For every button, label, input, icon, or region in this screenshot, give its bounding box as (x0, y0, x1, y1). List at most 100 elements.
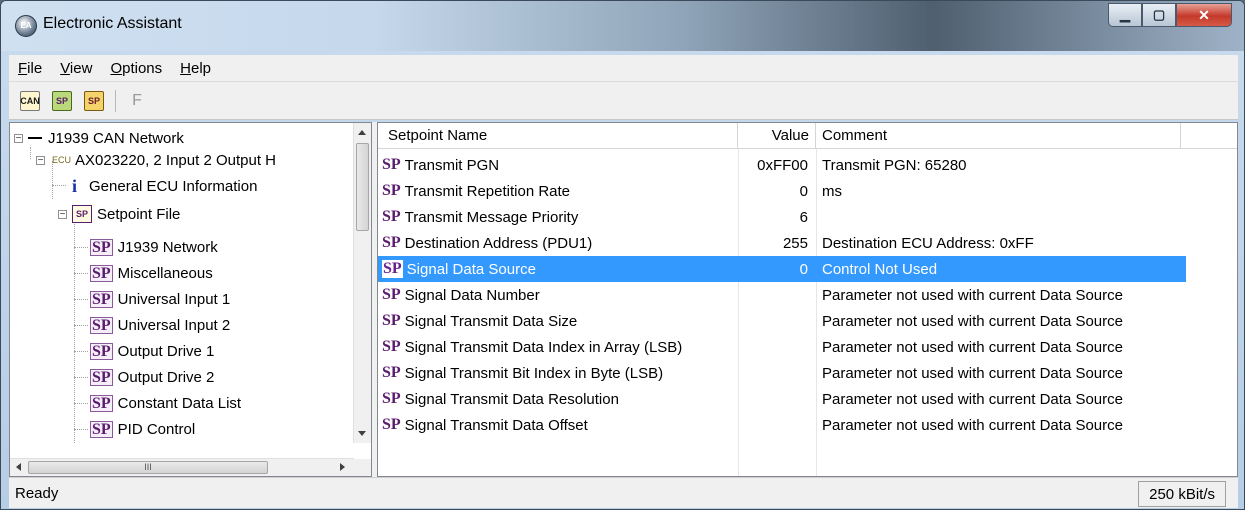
tree-item-label: Output Drive 2 (117, 368, 215, 386)
open-setpoint-button[interactable]: SP (49, 88, 75, 114)
tree-item-label: Universal Input 1 (117, 290, 231, 308)
maximize-button[interactable]: ▢ (1142, 3, 1176, 27)
minimize-button[interactable]: ▁ (1108, 3, 1142, 27)
setpoint-name-cell: SP Signal Transmit Data Size (378, 312, 738, 330)
setpoint-icon: SP (90, 290, 113, 308)
scroll-down-icon[interactable] (358, 431, 366, 436)
table-row[interactable]: SP Signal Transmit Data Index in Array (L… (378, 334, 1186, 360)
setpoint-icon: SP (382, 390, 401, 407)
setpoint-comment: Transmit PGN: 65280 (822, 156, 967, 174)
tree-vertical-scrollbar[interactable] (353, 123, 371, 443)
window-controls: ▁ ▢ ✕ (1108, 3, 1232, 29)
save-setpoint-button[interactable]: SP (81, 88, 107, 114)
table-row[interactable]: SP Signal Data Source 0 Control Not Used (378, 256, 1186, 282)
setpoint-name: Signal Transmit Data Offset (404, 416, 588, 434)
tree-node-ecu[interactable]: ECU AX023220, 2 Input 2 Output H (52, 148, 276, 172)
setpoint-name-cell: SP Signal Transmit Data Offset (378, 416, 738, 434)
column-header-filler (1181, 123, 1237, 149)
menu-file[interactable]: File (9, 60, 51, 77)
setpoint-name: Destination Address (PDU1) (404, 234, 593, 252)
menu-options-label: ptions (122, 59, 163, 77)
tree-vertical-scroll-thumb[interactable] (356, 143, 369, 231)
tree-item-pid-control[interactable]: SP PID Control (90, 417, 195, 441)
tree-horizontal-scroll-thumb[interactable]: III (28, 461, 268, 474)
bitrate-indicator: 250 kBit/s (1138, 481, 1226, 507)
tree-node-setpoint-file[interactable]: SP Setpoint File (72, 202, 180, 226)
tree-node-setpoint-file-label: Setpoint File (97, 205, 181, 223)
setpoint-open-icon: SP (52, 90, 72, 111)
tree-horizontal-scrollbar[interactable]: III (10, 458, 354, 476)
tree-node-network[interactable]: J1939 CAN Network (28, 126, 184, 150)
setpoint-comment: Destination ECU Address: 0xFF (822, 234, 1034, 252)
can-icon: CAN (20, 90, 40, 111)
table-row[interactable]: SP Transmit Repetition Rate 0 ms (378, 178, 1186, 204)
network-icon (28, 137, 42, 139)
menu-options[interactable]: Options (101, 60, 171, 77)
tree-item-output-drive-1[interactable]: SP Output Drive 1 (90, 339, 214, 363)
main-area: − J1939 CAN Network − ECU AX023220, 2 In… (9, 122, 1238, 477)
tree-node-general-info[interactable]: i General ECU Information (68, 174, 257, 198)
tree-item-label: Universal Input 2 (117, 316, 231, 334)
scroll-up-icon[interactable] (358, 130, 366, 135)
scroll-corner (354, 459, 371, 476)
setpoint-icon: SP (382, 260, 403, 278)
menu-view-label: iew (69, 59, 93, 77)
flash-button[interactable]: F (124, 88, 150, 114)
tree-item-j1939-network[interactable]: SP J1939 Network (90, 235, 218, 259)
setpoint-value[interactable]: 0 (738, 183, 816, 200)
setpoint-name: Signal Transmit Data Size (404, 312, 578, 330)
table-row[interactable]: SP Destination Address (PDU1) 255 Destinati… (378, 230, 1186, 256)
app-window: EA Electronic Assistant ▁ ▢ ✕ File View … (0, 0, 1245, 510)
table-row[interactable]: SP Signal Transmit Data Offset Parameter n… (378, 412, 1186, 438)
setpoint-name: Signal Transmit Data Index in Array (LSB… (404, 338, 683, 356)
tree-item-constant-data-list[interactable]: SP Constant Data List (90, 391, 241, 415)
column-header-value[interactable]: Value (738, 123, 816, 149)
setpoint-value[interactable]: 6 (738, 209, 816, 226)
table-row[interactable]: SP Signal Data Number Parameter not used w… (378, 282, 1186, 308)
connect-can-button[interactable]: CAN (17, 88, 43, 114)
close-button[interactable]: ✕ (1176, 3, 1232, 27)
setpoint-name: Transmit Message Priority (404, 208, 579, 226)
setpoint-name: Signal Transmit Bit Index in Byte (LSB) (404, 364, 664, 382)
setpoint-value[interactable]: 0xFF00 (738, 157, 816, 174)
setpoint-table[interactable]: Setpoint Name Value Comment SP Transmit P… (377, 122, 1238, 477)
table-row[interactable]: SP Signal Transmit Bit Index in Byte (LSB… (378, 360, 1186, 386)
table-row[interactable]: SP Signal Transmit Data Size Parameter not… (378, 308, 1186, 334)
window-title: Electronic Assistant (43, 15, 182, 32)
close-icon: ✕ (1198, 6, 1210, 23)
tree-item-universal-input-1[interactable]: SP Universal Input 1 (90, 287, 230, 311)
menu-view[interactable]: View (51, 60, 101, 77)
ecu-tree[interactable]: − J1939 CAN Network − ECU AX023220, 2 In… (9, 122, 372, 477)
tree-item-output-drive-2[interactable]: SP Output Drive 2 (90, 365, 214, 389)
setpoint-icon: SP (382, 312, 401, 329)
menu-file-label: ile (27, 59, 43, 77)
setpoint-name: Transmit Repetition Rate (404, 182, 571, 200)
tree-item-miscellaneous[interactable]: SP Miscellaneous (90, 261, 213, 285)
setpoint-comment: Parameter not used with current Data Sou… (822, 338, 1123, 356)
tree-item-universal-input-2[interactable]: SP Universal Input 2 (90, 313, 230, 337)
table-row[interactable]: SP Signal Transmit Data Resolution Paramet… (378, 386, 1186, 412)
setpoint-icon: SP (90, 368, 113, 386)
scroll-right-icon[interactable] (340, 463, 345, 471)
column-header-comment[interactable]: Comment (816, 123, 1181, 149)
collapse-setpoint-file-toggle[interactable]: − (58, 210, 67, 220)
column-header-setpoint-name[interactable]: Setpoint Name (378, 123, 738, 149)
tree-connector (52, 185, 66, 186)
table-row[interactable]: SP Transmit Message Priority 6 (378, 204, 1186, 230)
setpoint-value[interactable]: 255 (738, 235, 816, 252)
table-row[interactable]: SP Transmit PGN 0xFF00 Transmit PGN: 65280 (378, 152, 1186, 178)
scroll-left-icon[interactable] (16, 463, 21, 471)
tree-item-label: PID Control (117, 420, 196, 438)
tree-item-label: Output Drive 1 (117, 342, 215, 360)
collapse-network-toggle[interactable]: − (14, 134, 23, 144)
collapse-ecu-toggle[interactable]: − (36, 156, 45, 166)
toolbar: CAN SP SP F (9, 82, 1238, 120)
setpoint-comment: Parameter not used with current Data Sou… (822, 312, 1123, 330)
title-bar[interactable]: EA Electronic Assistant ▁ ▢ ✕ (1, 1, 1244, 51)
tree-item-label: J1939 Network (117, 238, 218, 256)
menu-help[interactable]: Help (171, 60, 220, 77)
setpoint-value[interactable]: 0 (738, 261, 816, 278)
setpoint-icon: SP (382, 364, 401, 381)
tree-connector (74, 351, 88, 352)
setpoint-comment: Control Not Used (822, 260, 938, 278)
